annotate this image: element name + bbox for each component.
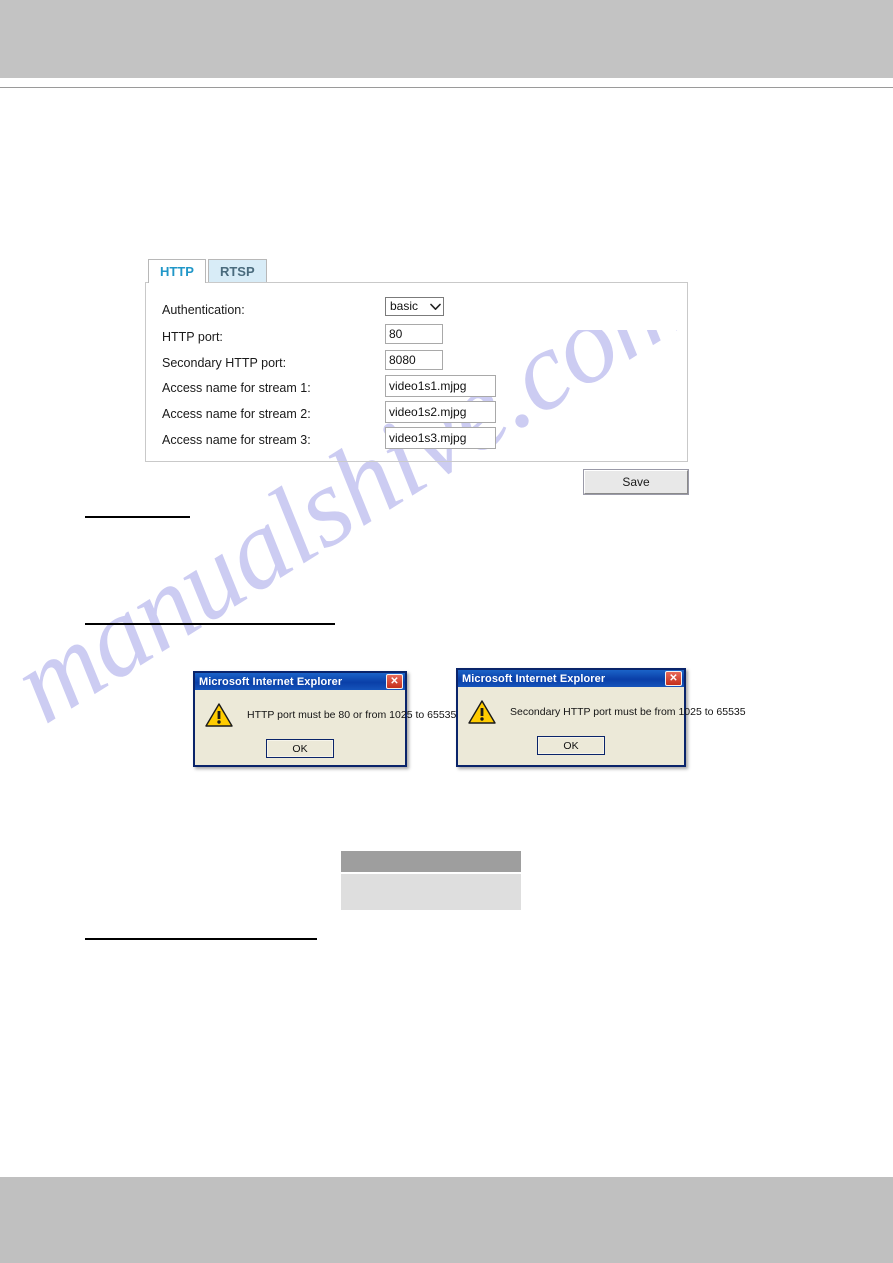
error-dialog-secondary-http-port: Microsoft Internet Explorer ✕ Secondary …: [456, 668, 746, 767]
authentication-select[interactable]: basic: [385, 297, 444, 316]
error-dialog-http-port: Microsoft Internet Explorer ✕ HTTP port …: [193, 671, 456, 767]
close-icon-glyph: ✕: [390, 675, 399, 687]
dialog-body: HTTP port must be 80 or from 1025 to 655…: [195, 690, 456, 765]
stream2-input[interactable]: [385, 401, 496, 423]
ok-button[interactable]: OK: [266, 739, 334, 758]
save-button-label: Save: [622, 475, 650, 489]
field-row-secondary-http-port: Secondary HTTP port:: [146, 350, 687, 376]
dialog-title: Microsoft Internet Explorer: [199, 675, 343, 688]
field-row-stream3: Access name for stream 3:: [146, 427, 687, 453]
authentication-select-value: basic: [390, 299, 419, 313]
close-icon[interactable]: ✕: [386, 674, 403, 689]
authentication-label: Authentication:: [162, 303, 245, 317]
page-header-divider: [0, 87, 893, 88]
field-row-authentication: Authentication: basic: [146, 297, 687, 323]
save-button[interactable]: Save: [584, 470, 688, 494]
close-icon-glyph: ✕: [669, 672, 678, 684]
info-table-body: [341, 874, 521, 910]
warning-icon: [468, 699, 496, 725]
tab-rtsp[interactable]: RTSP: [207, 259, 267, 282]
stream2-label: Access name for stream 2:: [162, 407, 311, 421]
section-rule-1: [85, 516, 190, 518]
section-rule-3: [85, 938, 317, 940]
dialog-message-row: HTTP port must be 80 or from 1025 to 655…: [195, 690, 456, 728]
stream3-input[interactable]: [385, 427, 496, 449]
ok-button[interactable]: OK: [537, 736, 605, 755]
http-port-input[interactable]: [385, 324, 443, 344]
tab-rtsp-label: RTSP: [219, 264, 255, 279]
stream3-label: Access name for stream 3:: [162, 433, 311, 447]
dialog-message: HTTP port must be 80 or from 1025 to 655…: [247, 709, 457, 721]
dialog-body: Secondary HTTP port must be from 1025 to…: [458, 687, 746, 765]
page-footer-band: [0, 1177, 893, 1263]
tab-http-label: HTTP: [160, 264, 194, 279]
dialog-title: Microsoft Internet Explorer: [462, 672, 606, 685]
http-port-label: HTTP port:: [162, 330, 223, 344]
info-table: [341, 851, 521, 910]
secondary-http-port-label: Secondary HTTP port:: [162, 356, 287, 370]
dialog-message: Secondary HTTP port must be from 1025 to…: [510, 706, 746, 718]
ok-button-label: OK: [292, 742, 308, 755]
dialog-titlebar[interactable]: Microsoft Internet Explorer ✕: [458, 670, 684, 687]
close-icon[interactable]: ✕: [665, 671, 682, 686]
dialog-message-row: Secondary HTTP port must be from 1025 to…: [458, 687, 746, 725]
http-settings-panel: Authentication: basic HTTP port: Seconda…: [145, 282, 688, 462]
field-row-stream2: Access name for stream 2:: [146, 401, 687, 427]
tab-bar: HTTP RTSP: [148, 259, 267, 283]
dialog-button-row: OK: [458, 736, 684, 755]
ok-button-label: OK: [563, 739, 579, 752]
warning-icon: [205, 702, 233, 728]
dialog-button-row: OK: [195, 739, 405, 758]
secondary-http-port-input[interactable]: [385, 350, 443, 370]
field-row-stream1: Access name for stream 1:: [146, 375, 687, 401]
chevron-down-icon: [429, 298, 441, 315]
stream1-input[interactable]: [385, 375, 496, 397]
info-table-header: [341, 851, 521, 872]
field-row-http-port: HTTP port:: [146, 324, 687, 350]
stream1-label: Access name for stream 1:: [162, 381, 311, 395]
tab-http[interactable]: HTTP: [148, 259, 206, 283]
dialog-titlebar[interactable]: Microsoft Internet Explorer ✕: [195, 673, 405, 690]
section-rule-2: [85, 623, 335, 625]
page-header-band: [0, 0, 893, 78]
